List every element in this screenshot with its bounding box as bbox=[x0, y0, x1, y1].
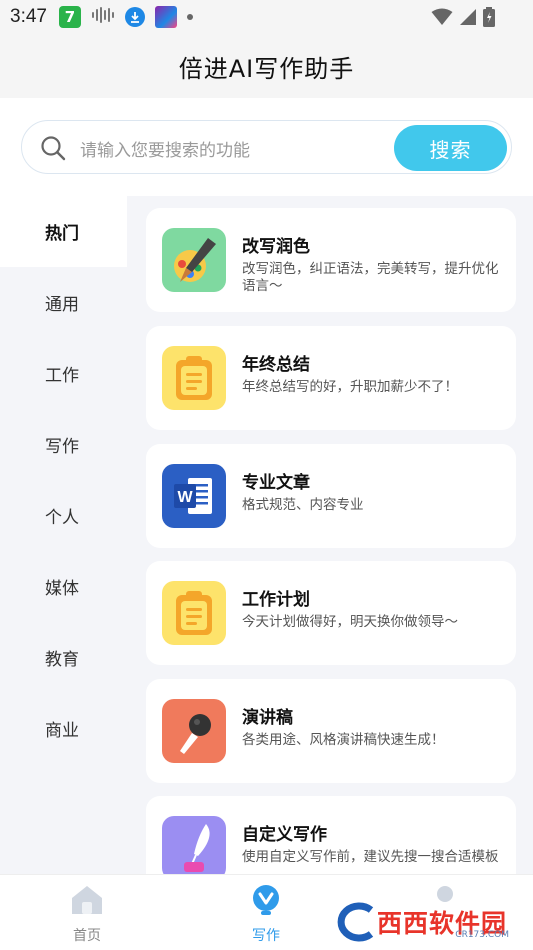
status-time: 3:47 bbox=[10, 6, 47, 27]
sidebar-item-writing[interactable]: 写作 bbox=[0, 409, 127, 480]
nav-write[interactable]: 写作 bbox=[226, 883, 306, 945]
sidebar-item-general[interactable]: 通用 bbox=[0, 267, 127, 338]
sidebar-item-education[interactable]: 教育 bbox=[0, 622, 127, 693]
search-box[interactable]: 请输入您要搜索的功能 搜索 bbox=[21, 120, 512, 174]
search-icon bbox=[40, 135, 66, 161]
card-description: 各类用途、风格演讲稿快速生成！ bbox=[242, 732, 445, 748]
nav-home[interactable]: 首页 bbox=[47, 883, 127, 945]
sidebar-item-business[interactable]: 商业 bbox=[0, 693, 127, 764]
watermark-logo: 西西软件园 CR173.COM bbox=[333, 900, 515, 944]
sidebar-item-media[interactable]: 媒体 bbox=[0, 551, 127, 622]
more-notifications-dot-icon bbox=[186, 14, 193, 20]
search-input[interactable]: 请输入您要搜索的功能 bbox=[80, 136, 250, 161]
template-card-year-summary[interactable]: 年终总结 年终总结写的好，升职加薪少不了！ bbox=[146, 326, 516, 430]
signal-icon bbox=[459, 8, 477, 30]
status-notification-icons: 7 bbox=[58, 6, 193, 28]
lightbulb-icon bbox=[248, 883, 284, 917]
card-title: 工作计划 bbox=[242, 590, 310, 610]
status-system-icons bbox=[431, 7, 495, 31]
nav-write-label: 写作 bbox=[252, 928, 280, 944]
card-description: 使用自定义写作前，建议先搜一搜合适模板 bbox=[242, 849, 499, 865]
svg-text:W: W bbox=[177, 489, 193, 506]
card-title: 年终总结 bbox=[242, 355, 310, 375]
battery-icon bbox=[483, 7, 495, 31]
wifi-icon bbox=[431, 8, 453, 30]
template-card-speech[interactable]: 演讲稿 各类用途、风格演讲稿快速生成！ bbox=[146, 679, 516, 783]
clipboard-icon bbox=[162, 581, 226, 645]
card-description: 今天计划做得好，明天换你做领导～ bbox=[242, 614, 458, 630]
status-bar: 3:47 7 bbox=[0, 0, 533, 34]
paint-brush-icon bbox=[162, 228, 226, 292]
template-card-custom[interactable]: 自定义写作 使用自定义写作前，建议先搜一搜合适模板 bbox=[146, 796, 516, 874]
category-sidebar: 热门 通用 工作 写作 个人 媒体 教育 商业 bbox=[0, 196, 130, 874]
page-title: 倍进AI写作助手 bbox=[178, 54, 355, 83]
search-button[interactable]: 搜索 bbox=[394, 125, 507, 171]
download-icon bbox=[124, 7, 145, 27]
template-card-rewrite[interactable]: 改写润色 改写润色，纠正语法，完美转写，提升优化语言～ bbox=[146, 208, 516, 312]
sidebar-item-work[interactable]: 工作 bbox=[0, 338, 127, 409]
card-title: 专业文章 bbox=[242, 473, 310, 493]
sidebar-item-personal[interactable]: 个人 bbox=[0, 480, 127, 551]
app-thumbnail-icon bbox=[154, 6, 177, 28]
word-document-icon: W bbox=[162, 464, 226, 528]
app-badge-icon: 7 bbox=[58, 6, 81, 28]
template-list: 改写润色 改写润色，纠正语法，完美转写，提升优化语言～ 年终总结 年终总结写的好… bbox=[130, 196, 533, 874]
quill-pen-icon bbox=[162, 816, 226, 874]
card-title: 改写润色 bbox=[242, 237, 310, 257]
watermark-subtext: CR173.COM bbox=[455, 930, 509, 940]
card-description: 格式规范、内容专业 bbox=[242, 497, 364, 513]
microphone-icon bbox=[162, 699, 226, 763]
template-card-work-plan[interactable]: 工作计划 今天计划做得好，明天换你做领导～ bbox=[146, 561, 516, 665]
nav-home-label: 首页 bbox=[73, 928, 101, 944]
template-card-pro-article[interactable]: W 专业文章 格式规范、内容专业 bbox=[146, 444, 516, 548]
home-icon bbox=[69, 883, 105, 917]
app-header: 倍进AI写作助手 bbox=[0, 34, 533, 98]
search-area: 请输入您要搜索的功能 搜索 bbox=[0, 98, 533, 196]
clipboard-icon bbox=[162, 346, 226, 410]
card-title: 演讲稿 bbox=[242, 708, 293, 728]
waveform-icon bbox=[91, 6, 115, 28]
watermark-c-icon bbox=[337, 902, 374, 942]
card-title: 自定义写作 bbox=[242, 825, 327, 845]
card-description: 改写润色，纠正语法，完美转写，提升优化语言～ bbox=[242, 261, 499, 294]
sidebar-item-hot[interactable]: 热门 bbox=[0, 196, 127, 267]
card-description: 年终总结写的好，升职加薪少不了！ bbox=[242, 379, 458, 395]
